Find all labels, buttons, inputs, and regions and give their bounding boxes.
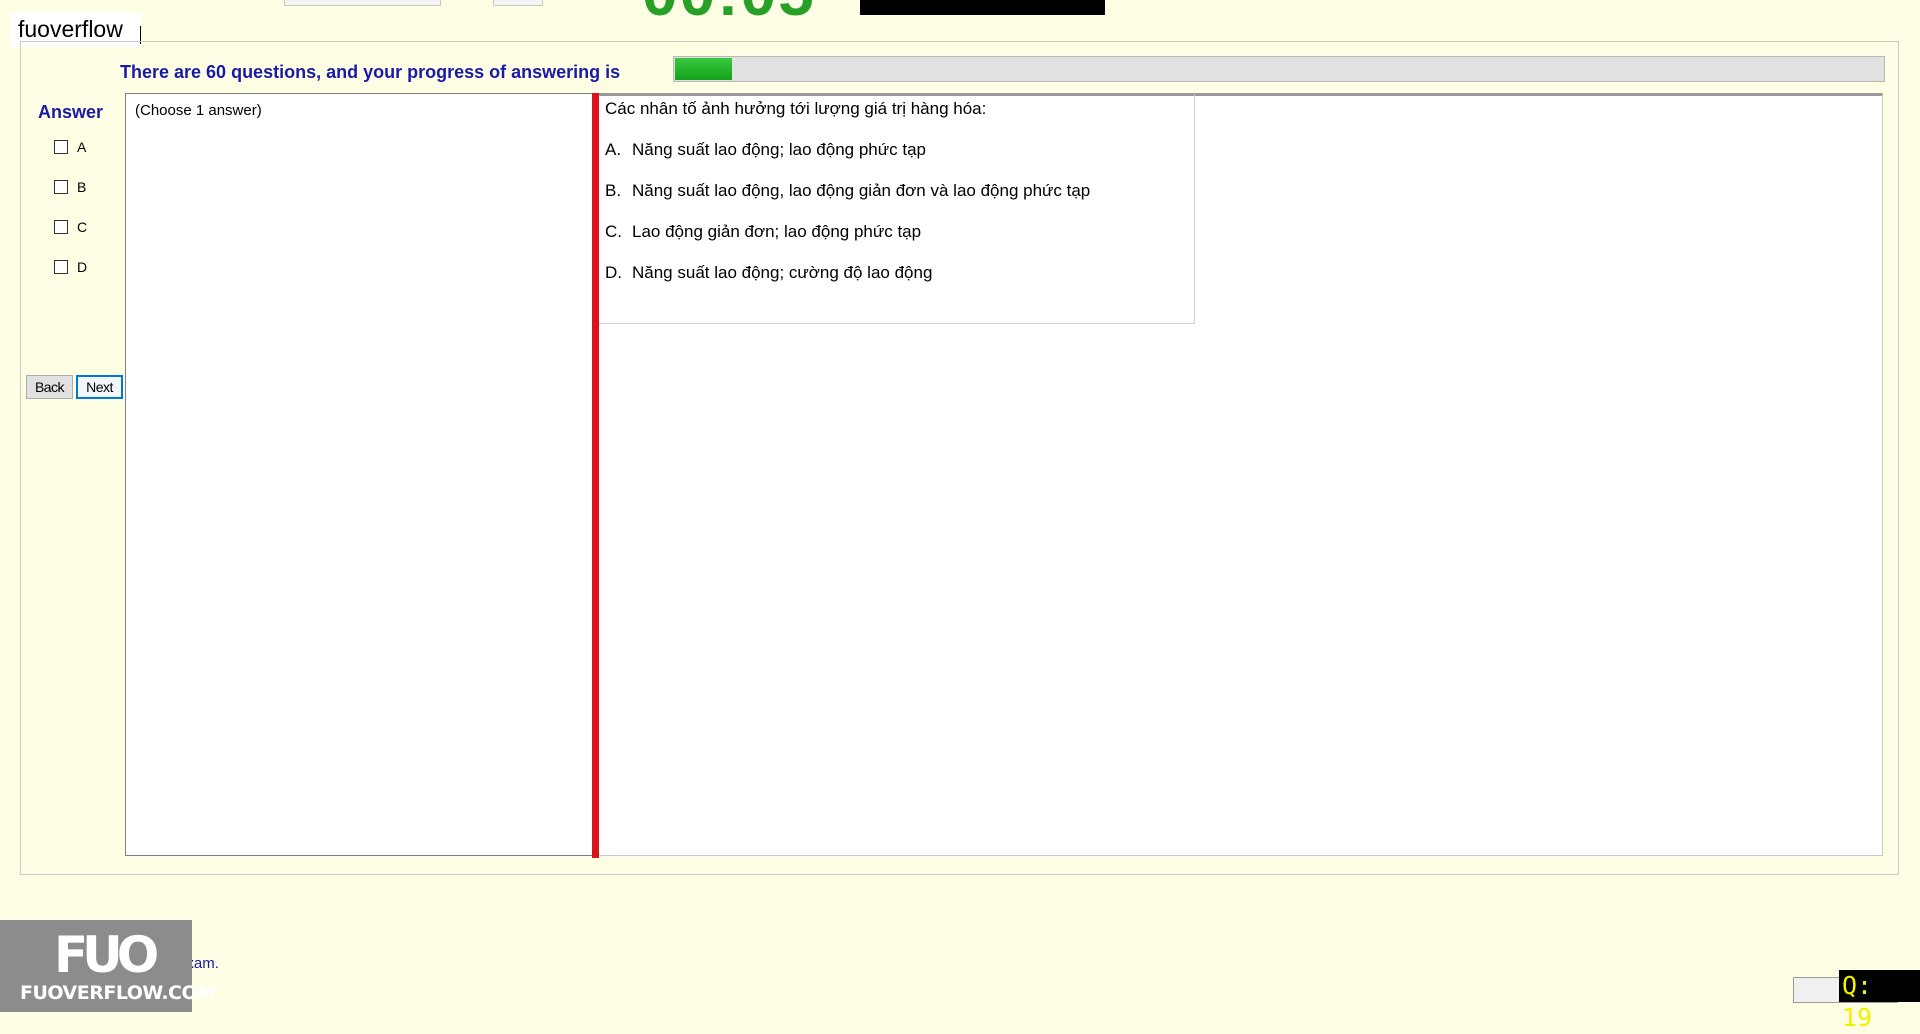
answer-option-c[interactable]: C <box>54 218 87 236</box>
choice-c: C. Lao động giản đơn; lao động phức tạp <box>605 222 921 242</box>
option-label-a: A <box>77 139 87 155</box>
question-box <box>599 93 1195 324</box>
checkbox-b[interactable] <box>54 180 68 194</box>
choice-letter: A. <box>605 140 622 159</box>
logo-mark: FUO <box>54 926 159 984</box>
checkbox-c[interactable] <box>54 220 68 234</box>
next-button[interactable]: Next <box>76 375 123 399</box>
progress-bar <box>673 56 1885 82</box>
checkbox-a[interactable] <box>54 140 68 154</box>
back-button[interactable]: Back <box>26 375 73 399</box>
countdown-timer: 00:05 <box>642 0 816 16</box>
answer-option-b[interactable]: B <box>54 178 86 196</box>
checkbox-d[interactable] <box>54 260 68 274</box>
top-small-control[interactable] <box>493 0 543 6</box>
choice-a: A. Năng suất lao động; lao động phức tạp <box>605 140 926 160</box>
black-header-bar <box>860 0 1105 15</box>
answer-pane: (Choose 1 answer) <box>125 93 595 856</box>
question-text: Các nhân tố ảnh hưởng tới lượng giá trị … <box>605 99 987 118</box>
choice-letter: B. <box>605 181 622 200</box>
watermark-logo: FUO FUOVERFLOW.COM <box>0 920 216 1012</box>
choose-hint: (Choose 1 answer) <box>135 102 262 119</box>
question-counter: Q: 19 <box>1839 970 1920 1032</box>
option-label-c: C <box>77 219 88 235</box>
top-combo-box[interactable] <box>284 0 441 6</box>
progress-fill <box>675 58 732 80</box>
answer-option-a[interactable]: A <box>54 138 86 156</box>
choice-text: Năng suất lao động, lao động giản đơn và… <box>632 181 1091 200</box>
choice-letter: D. <box>605 263 622 282</box>
choice-letter: C. <box>605 222 622 241</box>
choice-text: Năng suất lao động; cường độ lao động <box>632 263 933 282</box>
pane-splitter[interactable] <box>592 93 599 858</box>
choice-text: Lao động giản đơn; lao động phức tạp <box>632 222 922 241</box>
choice-b: B. Năng suất lao động, lao động giản đơn … <box>605 181 1090 201</box>
progress-label: There are 60 questions, and your progres… <box>120 62 621 82</box>
option-label-d: D <box>77 259 88 275</box>
answer-option-d[interactable]: D <box>54 258 87 276</box>
choice-d: D. Năng suất lao động; cường độ lao động <box>605 263 932 283</box>
logo-site: FUOVERFLOW.COM <box>20 982 216 1004</box>
option-label-b: B <box>77 179 87 195</box>
answer-title: Answer <box>38 102 104 122</box>
choice-text: Năng suất lao động; lao động phức tạp <box>632 140 926 159</box>
